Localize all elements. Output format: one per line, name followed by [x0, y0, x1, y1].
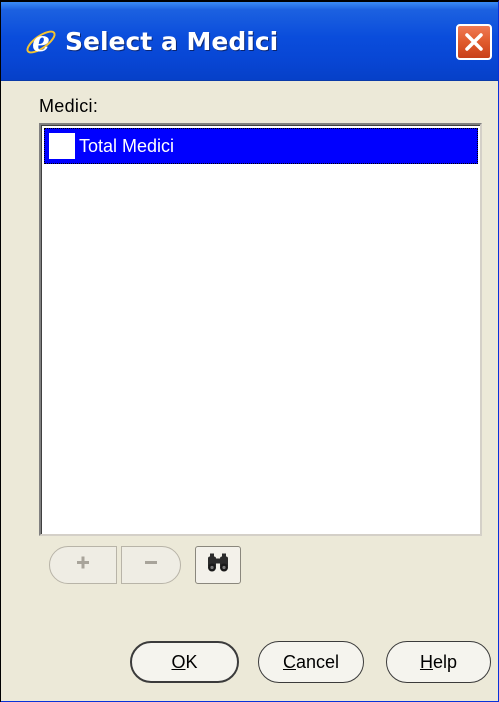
cancel-mnemonic: C [282, 651, 296, 672]
plus-icon [75, 555, 91, 576]
list-item-checkbox[interactable] [49, 133, 75, 159]
help-label-rest: elp [432, 651, 458, 672]
help-mnemonic: H [419, 651, 433, 672]
help-button[interactable]: Help [386, 641, 491, 683]
internet-explorer-icon: e [23, 24, 59, 60]
binoculars-icon [206, 553, 230, 578]
svg-text:e: e [32, 25, 50, 58]
medici-label: Medici: [39, 96, 99, 116]
select-medici-dialog: e Select a Medici Medici: Total Medici O… [0, 0, 499, 702]
list-item[interactable]: Total Medici [44, 128, 478, 164]
list-item-label: Total Medici [79, 136, 175, 156]
ok-label-rest: K [185, 651, 198, 672]
minus-icon [143, 555, 159, 576]
ok-button[interactable]: OK [130, 641, 239, 683]
close-icon [465, 33, 483, 51]
window-edge [0, 0, 1, 702]
cancel-label-rest: ancel [295, 651, 340, 672]
close-button[interactable] [456, 24, 492, 60]
title-bar[interactable]: e Select a Medici [1, 2, 498, 81]
find-button[interactable] [195, 546, 241, 584]
add-button [49, 546, 117, 584]
remove-button [121, 546, 181, 584]
medici-listbox[interactable]: Total Medici [39, 123, 482, 536]
cancel-button[interactable]: Cancel [258, 641, 364, 683]
window-title: Select a Medici [65, 27, 279, 56]
ok-mnemonic: O [171, 651, 186, 672]
